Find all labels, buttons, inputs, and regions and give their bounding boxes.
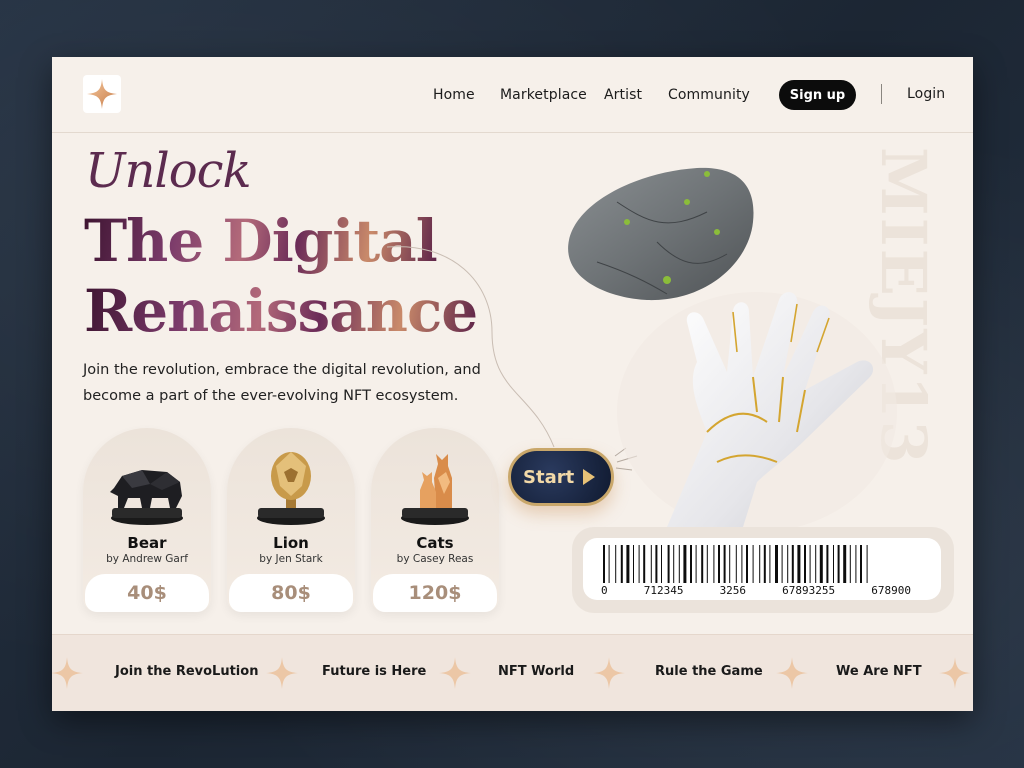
barcode-bar (855, 545, 857, 583)
bear-sculpture-icon (83, 438, 211, 528)
barcode-bar (746, 545, 748, 583)
card-artist: by Jen Stark (259, 553, 323, 565)
sparkle-logo-icon (87, 79, 117, 109)
barcode-bar (667, 545, 670, 583)
sparkle-icon (593, 657, 625, 689)
barcode-bar (650, 545, 652, 583)
barcode-bar (860, 545, 862, 583)
barcode-bar (837, 545, 840, 583)
barcode-bar (809, 545, 811, 583)
card-artist: by Andrew Garf (106, 553, 188, 565)
lion-sculpture-icon (227, 438, 355, 528)
barcode-bar (729, 545, 731, 583)
ticker-item: Rule the Game (655, 664, 763, 679)
barcode-bar (759, 545, 761, 583)
barcode-bar (787, 545, 789, 583)
barcode-bar (713, 545, 715, 583)
signup-button[interactable]: Sign up (779, 80, 856, 110)
barcode-bar (781, 545, 783, 583)
nft-card-cats[interactable]: Cats by Casey Reas 120$ (371, 428, 499, 612)
card-name: Cats (416, 534, 454, 552)
barcode-bars (603, 545, 868, 583)
cats-sculpture-icon (371, 438, 499, 528)
barcode-bar (638, 545, 640, 583)
hero-kicker: Unlock (85, 143, 252, 199)
hand-and-rock-artwork (568, 167, 897, 532)
barcode-bar (826, 545, 829, 583)
barcode-bar (735, 545, 737, 583)
barcode-bar (615, 545, 617, 583)
hero-description: Join the revolution, embrace the digital… (83, 362, 481, 404)
barcode-bar (626, 545, 630, 583)
barcode-bar (655, 545, 658, 583)
sparkle-icon (776, 657, 808, 689)
barcode-digit-group: 712345 (643, 584, 684, 597)
barcode-bar (843, 545, 847, 583)
card-price[interactable]: 120$ (373, 574, 497, 612)
nft-card-lion[interactable]: Lion by Jen Stark 80$ (227, 428, 355, 612)
ticker-item: Join the RevoLution (115, 664, 259, 679)
card-price[interactable]: 80$ (229, 574, 353, 612)
barcode-bar (701, 545, 704, 583)
barcode-bar (643, 545, 646, 583)
barcode-bar (833, 545, 834, 583)
nav-artist[interactable]: Artist (604, 87, 642, 103)
card-name: Lion (273, 534, 309, 552)
barcode-bar (608, 545, 610, 583)
barcode-digit-group: 3256 (719, 584, 747, 597)
ticker-strip: Join the RevoLution Future is Here NFT W… (52, 634, 973, 711)
barcode-digit-group: 678900 (871, 584, 911, 597)
barcode-bar (690, 545, 692, 583)
barcode-bar (769, 545, 771, 583)
nav-home[interactable]: Home (433, 87, 475, 103)
barcode-bar (718, 545, 720, 583)
barcode-bar (706, 545, 708, 583)
barcode-bar (866, 545, 868, 583)
sparkle-icon (52, 657, 83, 689)
barcode-bar (633, 545, 634, 583)
barcode-bar (741, 545, 743, 583)
nav-marketplace[interactable]: Marketplace (500, 87, 587, 103)
decorative-curve (386, 246, 555, 448)
nav-divider (881, 84, 882, 104)
barcode-card: 0 712345 3256 67893255 678900 (583, 538, 941, 600)
logo[interactable] (83, 75, 121, 113)
barcode-bar (603, 545, 605, 583)
barcode-panel: 0 712345 3256 67893255 678900 (572, 527, 954, 613)
barcode-bar (661, 545, 662, 583)
card-artist: by Casey Reas (396, 553, 474, 565)
top-nav: Home Marketplace Artist Community Sign u… (52, 57, 973, 133)
login-link[interactable]: Login (907, 86, 945, 102)
ticker-item: NFT World (498, 664, 575, 679)
sparkle-icon (439, 657, 471, 689)
barcode-bar (819, 545, 823, 583)
barcode-bar (763, 545, 766, 583)
barcode-bar (683, 545, 687, 583)
nft-card-bear[interactable]: Bear by Andrew Garf 40$ (83, 428, 211, 612)
barcode-bar (815, 545, 817, 583)
barcode-bar (804, 545, 806, 583)
barcode-digit-group: 0 (601, 584, 608, 597)
sparkle-icon (939, 657, 971, 689)
ticker-item: Future is Here (322, 664, 427, 679)
card-price[interactable]: 40$ (85, 574, 209, 612)
card-name: Bear (127, 534, 167, 552)
ticker-item: We Are NFT (836, 664, 922, 679)
barcode-bar (723, 545, 726, 583)
barcode-digit-group: 67893255 (782, 584, 836, 597)
landing-page: Home Marketplace Artist Community Sign u… (52, 57, 973, 711)
barcode-bar (678, 545, 680, 583)
barcode-bar (752, 545, 754, 583)
barcode-bar (849, 545, 851, 583)
barcode-bar (775, 545, 778, 583)
barcode-bar (695, 545, 697, 583)
barcode-bar (620, 545, 623, 583)
nav-community[interactable]: Community (668, 87, 750, 103)
sparkle-icon (266, 657, 298, 689)
barcode-digits: 0 712345 3256 67893255 678900 (583, 584, 941, 597)
barcode-bar (673, 545, 675, 583)
barcode-bar (797, 545, 801, 583)
barcode-bar (791, 545, 794, 583)
